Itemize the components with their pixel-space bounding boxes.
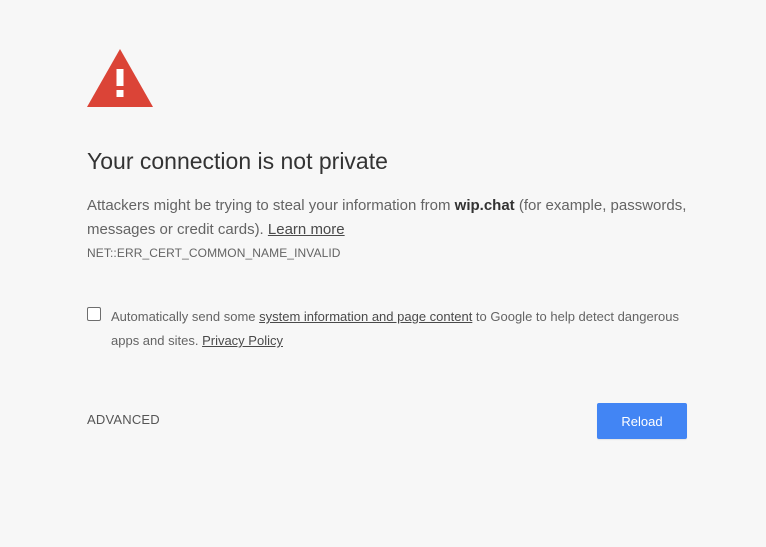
system-information-link[interactable]: system information and page content bbox=[259, 309, 472, 324]
error-code: NET::ERR_CERT_COMMON_NAME_INVALID bbox=[87, 246, 341, 260]
site-domain: wip.chat bbox=[454, 197, 515, 214]
reporting-checkbox[interactable] bbox=[87, 307, 101, 321]
privacy-policy-link[interactable]: Privacy Policy bbox=[202, 333, 283, 348]
advanced-button[interactable]: ADVANCED bbox=[87, 412, 160, 427]
interstitial-page: Your connection is not private Attackers… bbox=[0, 0, 766, 547]
reporting-label: Automatically send some system informati… bbox=[111, 305, 681, 353]
message-text-before: Attackers might be trying to steal your … bbox=[87, 197, 455, 214]
reporting-text-before: Automatically send some bbox=[111, 309, 260, 324]
reload-button[interactable]: Reload bbox=[597, 403, 687, 439]
page-title: Your connection is not private bbox=[87, 148, 388, 174]
main-message: Attackers might be trying to steal your … bbox=[87, 194, 687, 241]
warning-icon bbox=[87, 49, 153, 107]
learn-more-link[interactable]: Learn more bbox=[268, 221, 345, 238]
